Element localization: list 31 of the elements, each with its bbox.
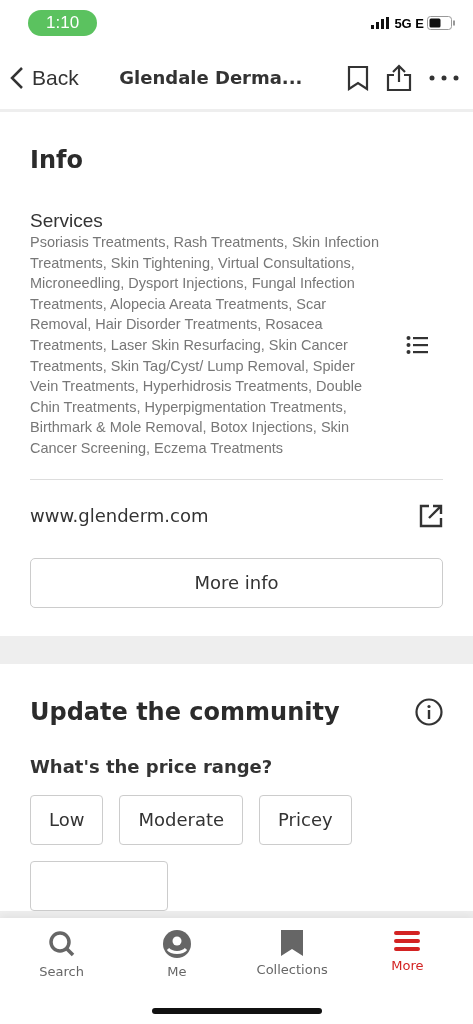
page-title: Glendale Derma... — [118, 67, 304, 88]
website-link[interactable]: www.glenderm.com — [30, 505, 209, 527]
more-info-button[interactable]: More info — [30, 557, 443, 608]
tab-item[interactable]: More — [349, 918, 465, 988]
search-icon — [47, 930, 76, 958]
chevron-icon — [10, 65, 24, 90]
network-label: 5G E — [394, 15, 424, 31]
price-option[interactable]: Low — [30, 794, 104, 845]
price-option[interactable]: Pricey — [259, 794, 352, 845]
share-icon — [385, 63, 413, 92]
price-question: What's the price range? — [30, 755, 274, 777]
services-label: Services — [30, 210, 104, 232]
status-time: 1:10 — [28, 10, 98, 36]
battery-icon — [427, 16, 455, 30]
back-button[interactable]: Back — [10, 65, 79, 90]
signal-icon — [371, 17, 392, 29]
more-icon — [429, 74, 459, 81]
external-link-icon[interactable] — [419, 503, 443, 528]
person-icon — [162, 930, 191, 958]
services-list: Psoriasis Treatments, Rash Treatments, Skin Infection Treatments, Skin Tightening, Virtual Consultations, Microneedling, Dysport Injections, Fungal Infection Treatments, Alopecia Areata Treatments, Scar Removal, Hair Disorder Treatments, Rosacea Treatments, Laser Skin Resurfacing, Skin Cancer Treatments, Skin Tag/Cyst/ Lump Removal, Spider Vein Treatments, Hyperhidrosis Treatments, Double Chin Treatments, Hyperpigmentation Treatments, Birthmark & Mole Removal, Botox Injections, Skin Cancer Screening, Eczema Treatments — [30, 232, 386, 459]
tab-item[interactable]: Search — [4, 918, 120, 988]
tab-item[interactable]: Me — [119, 918, 235, 988]
section-heading: Info — [30, 146, 84, 174]
list-icon[interactable] — [406, 335, 428, 356]
info-icon[interactable] — [415, 697, 443, 726]
bookmark-icon — [281, 930, 304, 956]
tab-item[interactable]: Collections — [234, 918, 350, 988]
section-heading: Update the community — [30, 697, 340, 726]
menu-icon — [394, 930, 421, 952]
bookmark-icon — [347, 64, 369, 91]
price-option[interactable]: Moderate — [119, 794, 244, 845]
